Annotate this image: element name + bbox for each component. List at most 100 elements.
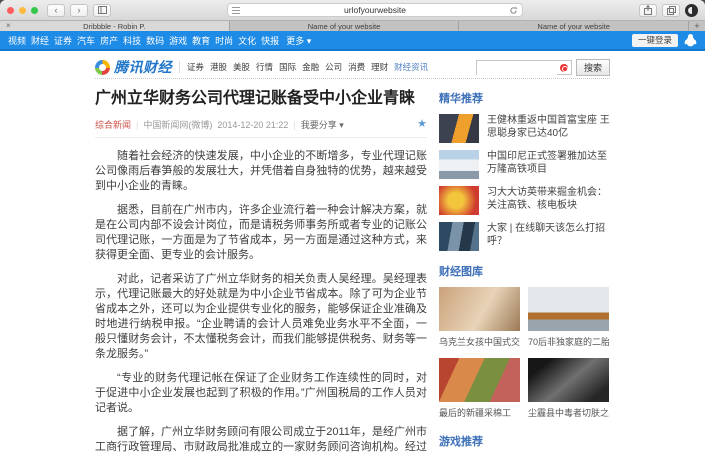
site-logo-text: 腾讯财经 — [114, 57, 172, 77]
portal-nav-auto[interactable]: 汽车 — [77, 34, 95, 47]
share-icon — [644, 5, 652, 15]
portal-nav-culture[interactable]: 文化 — [238, 34, 256, 47]
site-nav-securities[interactable]: 证券 — [187, 61, 204, 73]
portal-nav-express[interactable]: 快报 — [261, 34, 279, 47]
minimize-window-button[interactable] — [19, 7, 26, 14]
article-source[interactable]: 中国新闻网(微博) — [143, 118, 212, 131]
back-button[interactable]: ‹ — [47, 4, 65, 17]
article-title: 广州立华财务公司代理记账备受中小企业青睐 — [95, 89, 427, 109]
site-nav-quotes[interactable]: 行情 — [256, 61, 273, 73]
browser-titlebar: ‹ › urlofyourwebsite — [0, 0, 705, 21]
gallery-photo — [439, 358, 520, 402]
sidebar-icon — [98, 6, 107, 14]
tab-dribbble[interactable]: × Dribbble - Robin P. — [0, 21, 230, 31]
site-nav-company[interactable]: 公司 — [325, 61, 342, 73]
portal-nav-digital[interactable]: 数码 — [146, 34, 164, 47]
list-item[interactable]: 中国印尼正式签署雅加达至万隆高铁项目 — [439, 150, 610, 179]
refresh-button[interactable] — [509, 6, 518, 15]
section-title-featured: 精华推荐 — [439, 90, 610, 106]
gallery-caption[interactable]: 最后的新疆采棉工 — [439, 406, 520, 419]
share-button[interactable] — [639, 4, 657, 17]
portal-nav-games[interactable]: 游戏 — [169, 34, 187, 47]
site-nav-consumer[interactable]: 消费 — [348, 61, 365, 73]
tab-label: Name of your website — [537, 22, 610, 31]
news-thumbnail — [439, 150, 479, 179]
news-title[interactable]: 大家 | 在线聊天该怎么打招呼？ — [487, 222, 610, 251]
article-category[interactable]: 综合新闻 — [95, 118, 131, 131]
sidebar-toggle-button[interactable] — [93, 4, 111, 17]
article-paragraph: 对此，记者采访了广州立华财务的相关负责人吴经理。吴经理表示，代理记账最大的好处就… — [95, 272, 427, 362]
news-title[interactable]: 习大大访英带来掘金机会：关注高铁、核电板块 — [487, 186, 610, 215]
forward-button[interactable]: › — [70, 4, 88, 17]
close-window-button[interactable] — [7, 7, 14, 14]
article: 广州立华财务公司代理记账备受中小企业青睐 综合新闻 | 中国新闻网(微博) 20… — [95, 87, 427, 454]
share-menu[interactable]: 我要分享 ▾ — [301, 118, 344, 131]
news-title[interactable]: 中国印尼正式签署雅加达至万隆高铁项目 — [487, 150, 610, 179]
article-paragraph: 随着社会经济的快速发展，中小企业的不断增多，专业代理记账公司像雨后春笋般的发展壮… — [95, 149, 427, 194]
tab-label: Name of your website — [308, 22, 381, 31]
gallery-item[interactable]: 70后非独家庭的二胎梦 — [528, 287, 609, 348]
portal-nav-fashion[interactable]: 时尚 — [215, 34, 233, 47]
site-nav-money[interactable]: 理财 — [371, 61, 388, 73]
site-logo[interactable]: 腾讯财经 — [95, 57, 172, 77]
tab-overview-button[interactable] — [662, 4, 680, 17]
address-bar[interactable]: urlofyourwebsite — [227, 3, 523, 17]
site-header: 腾讯财经 证券 港股 美股 行情 国际 金融 公司 消费 理财 财经资讯 — [95, 56, 610, 79]
chevron-down-icon: ▾ — [307, 36, 312, 46]
news-thumbnail — [439, 186, 479, 215]
site-nav-international[interactable]: 国际 — [279, 61, 296, 73]
portal-nav-stock[interactable]: 证券 — [54, 34, 72, 47]
photo-gallery: 乌克兰女孩中国式交易 70后非独家庭的二胎梦 最后的新疆采棉工 尘霾县中毒者切肤… — [439, 287, 610, 421]
site-nav-banking[interactable]: 金融 — [302, 61, 319, 73]
section-title-games: 游戏推荐 — [439, 433, 610, 449]
article-paragraph: 据了解，广州立华财务顾问有限公司成立于2011年，是经广州市工商行政管理局、市财… — [95, 425, 427, 454]
list-item[interactable]: 习大大访英带来掘金机会：关注高铁、核电板块 — [439, 186, 610, 215]
zoom-window-button[interactable] — [31, 7, 38, 14]
gallery-caption[interactable]: 尘霾县中毒者切肤之痛 — [528, 406, 609, 419]
section-title-gallery: 财经图库 — [439, 263, 610, 279]
portal-nav: 视频 财经 证券 汽车 房产 科技 数码 游戏 教育 时尚 文化 快报 更多 ▾… — [0, 31, 705, 51]
gallery-caption[interactable]: 乌克兰女孩中国式交易 — [439, 335, 520, 348]
site-nav-finance-news[interactable]: 财经资讯 — [394, 61, 428, 73]
site-nav-hk-stocks[interactable]: 港股 — [210, 61, 227, 73]
gallery-item[interactable]: 最后的新疆采棉工 — [439, 358, 520, 419]
new-tab-button[interactable]: + — [689, 21, 705, 31]
qq-penguin-icon[interactable] — [684, 33, 697, 47]
site-nav: 证券 港股 美股 行情 国际 金融 公司 消费 理财 财经资讯 — [187, 61, 428, 73]
refresh-icon — [509, 6, 518, 15]
gallery-photo — [528, 287, 609, 331]
portal-nav-tech[interactable]: 科技 — [123, 34, 141, 47]
portal-nav-more[interactable]: 更多 ▾ — [286, 34, 311, 47]
search-input[interactable] — [477, 64, 557, 77]
portal-nav-house[interactable]: 房产 — [100, 34, 118, 47]
gallery-item[interactable]: 乌克兰女孩中国式交易 — [439, 287, 520, 348]
portal-nav-edu[interactable]: 教育 — [192, 34, 210, 47]
chevron-right-icon: › — [78, 6, 81, 15]
close-tab-icon[interactable]: × — [6, 22, 11, 30]
login-button[interactable]: 一键登录 — [632, 34, 678, 47]
article-body: 随着社会经济的快速发展，中小企业的不断增多，专业代理记账公司像雨后春笋般的发展壮… — [95, 149, 427, 454]
news-title[interactable]: 王健林重返中国首富宝座 王思聪身家已达40亿 — [487, 114, 610, 143]
tab-website-1[interactable]: Name of your website — [230, 21, 460, 31]
tencent-logo-icon — [95, 60, 110, 75]
gallery-photo — [528, 358, 609, 402]
gallery-item[interactable]: 尘霾县中毒者切肤之痛 — [528, 358, 609, 419]
site-nav-us-stocks[interactable]: 美股 — [233, 61, 250, 73]
list-item[interactable]: 大家 | 在线聊天该怎么打招呼？ — [439, 222, 610, 251]
page-container: 腾讯财经 证券 港股 美股 行情 国际 金融 公司 消费 理财 财经资讯 — [95, 51, 610, 454]
portal-nav-video[interactable]: 视频 — [8, 34, 26, 47]
meta-divider: | — [293, 120, 295, 130]
reader-icon[interactable] — [232, 7, 240, 14]
list-item[interactable]: 王健林重返中国首富宝座 王思聪身家已达40亿 — [439, 114, 610, 143]
chevron-down-icon: ▾ — [339, 120, 344, 130]
tab-website-2[interactable]: Name of your website — [459, 21, 689, 31]
gallery-caption[interactable]: 70后非独家庭的二胎梦 — [528, 335, 609, 348]
extension-icon[interactable] — [685, 4, 698, 17]
article-time: 2014-12-20 21:22 — [217, 120, 288, 130]
gallery-photo — [439, 287, 520, 331]
article-paragraph: “专业的财务代理记帐在保证了企业财务工作连续性的同时，对于促进中小企业发展也起到… — [95, 371, 427, 416]
favorite-star-icon[interactable]: ★ — [417, 119, 427, 130]
portal-nav-finance[interactable]: 财经 — [31, 34, 49, 47]
article-paragraph: 据悉，目前在广州市内，许多企业流行着一种会计解决方案，就是在公司内部不设会计岗位… — [95, 203, 427, 263]
search-button[interactable]: 搜索 — [576, 59, 610, 76]
